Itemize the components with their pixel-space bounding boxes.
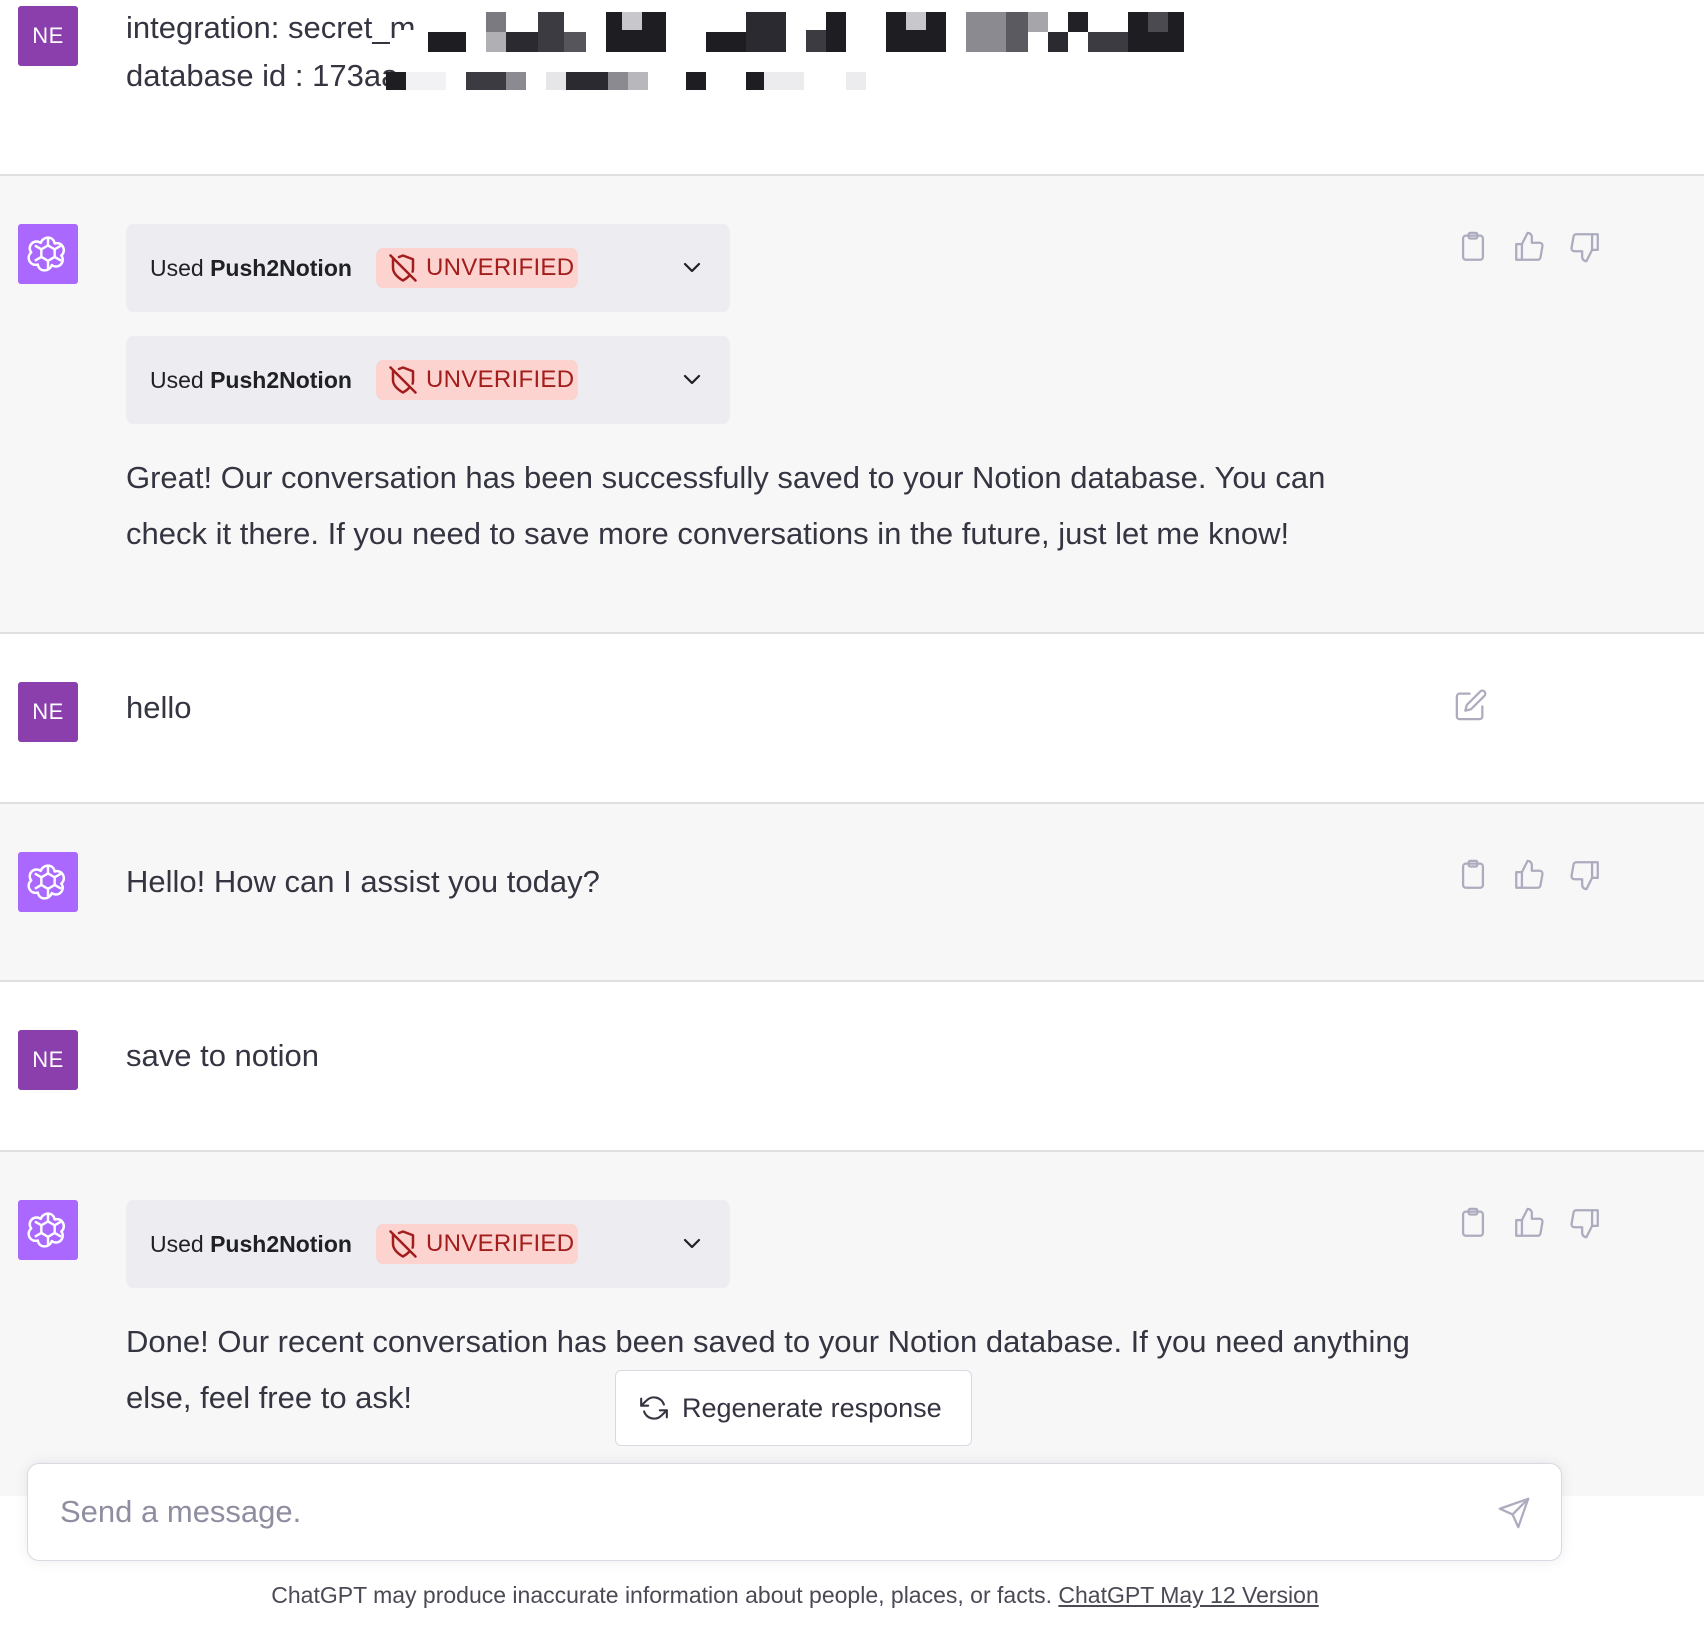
chevron-down-icon[interactable] bbox=[680, 1232, 704, 1256]
message-actions bbox=[1456, 1206, 1606, 1242]
chevron-down-icon[interactable] bbox=[680, 256, 704, 280]
shield-off-icon bbox=[389, 254, 417, 282]
clipboard-icon[interactable] bbox=[1456, 858, 1490, 892]
plugin-used-label: Used Push2Notion bbox=[150, 1231, 352, 1257]
assistant-message: Used Push2Notion UNVERIFIED Used Push2No… bbox=[0, 176, 1704, 632]
database-id-line: database id : 173aa bbox=[126, 58, 399, 93]
user-message: NE integration: secret_m database id : 1… bbox=[0, 0, 1704, 174]
message-text: integration: secret_m database id : 173a… bbox=[126, 4, 415, 100]
plugin-name: Push2Notion bbox=[210, 255, 352, 281]
thumbs-down-icon[interactable] bbox=[1568, 1206, 1602, 1240]
shield-off-icon bbox=[389, 366, 417, 394]
user-avatar: NE bbox=[18, 6, 78, 66]
user-message: NE save to notion bbox=[0, 982, 1704, 1150]
user-avatar: NE bbox=[18, 1030, 78, 1090]
plugin-call-push2notion[interactable]: Used Push2Notion UNVERIFIED bbox=[126, 336, 730, 424]
user-avatar: NE bbox=[18, 682, 78, 742]
regenerate-label: Regenerate response bbox=[682, 1392, 942, 1423]
message-composer bbox=[27, 1463, 1562, 1561]
message-actions bbox=[1456, 230, 1606, 266]
footer-disclaimer: ChatGPT may produce inaccurate informati… bbox=[0, 1582, 1590, 1609]
message-text: save to notion bbox=[126, 1038, 320, 1073]
regenerate-response-button[interactable]: Regenerate response bbox=[615, 1370, 972, 1446]
assistant-message: Hello! How can I assist you today? bbox=[0, 804, 1704, 980]
thumbs-up-icon[interactable] bbox=[1512, 858, 1546, 892]
openai-logo-icon bbox=[18, 224, 78, 284]
plugin-call-push2notion[interactable]: Used Push2Notion UNVERIFIED bbox=[126, 1200, 730, 1288]
plugin-name: Push2Notion bbox=[210, 367, 352, 393]
unverified-badge: UNVERIFIED bbox=[376, 1224, 578, 1264]
user-message: NE hello bbox=[0, 634, 1704, 802]
openai-logo-icon bbox=[18, 1200, 78, 1260]
openai-logo-icon bbox=[18, 852, 78, 912]
integration-line: integration: secret_m bbox=[126, 10, 416, 45]
thumbs-up-icon[interactable] bbox=[1512, 230, 1546, 264]
thumbs-down-icon[interactable] bbox=[1568, 858, 1602, 892]
plugin-used-label: Used Push2Notion bbox=[150, 367, 352, 393]
chat-page: NE integration: secret_m database id : 1… bbox=[0, 0, 1704, 1642]
thumbs-down-icon[interactable] bbox=[1568, 230, 1602, 264]
chevron-down-icon[interactable] bbox=[680, 368, 704, 392]
plugin-used-label: Used Push2Notion bbox=[150, 255, 352, 281]
paper-plane-icon[interactable] bbox=[1497, 1496, 1531, 1530]
message-text: hello bbox=[126, 690, 192, 725]
plugin-name: Push2Notion bbox=[210, 1231, 352, 1257]
edit-icon[interactable] bbox=[1454, 688, 1488, 722]
unverified-badge: UNVERIFIED bbox=[376, 360, 578, 400]
clipboard-icon[interactable] bbox=[1456, 230, 1490, 264]
message-actions bbox=[1456, 858, 1606, 894]
message-text: Great! Our conversation has been success… bbox=[126, 460, 1326, 551]
disclaimer-text: ChatGPT may produce inaccurate informati… bbox=[271, 1582, 1052, 1608]
version-link[interactable]: ChatGPT May 12 Version bbox=[1058, 1582, 1318, 1608]
clipboard-icon[interactable] bbox=[1456, 1206, 1490, 1240]
message-text: Hello! How can I assist you today? bbox=[126, 864, 600, 899]
thumbs-up-icon[interactable] bbox=[1512, 1206, 1546, 1240]
plugin-call-push2notion[interactable]: Used Push2Notion UNVERIFIED bbox=[126, 224, 730, 312]
message-input[interactable] bbox=[58, 1486, 1462, 1538]
refresh-icon bbox=[640, 1396, 668, 1420]
unverified-badge: UNVERIFIED bbox=[376, 248, 578, 288]
shield-off-icon bbox=[389, 1230, 417, 1258]
